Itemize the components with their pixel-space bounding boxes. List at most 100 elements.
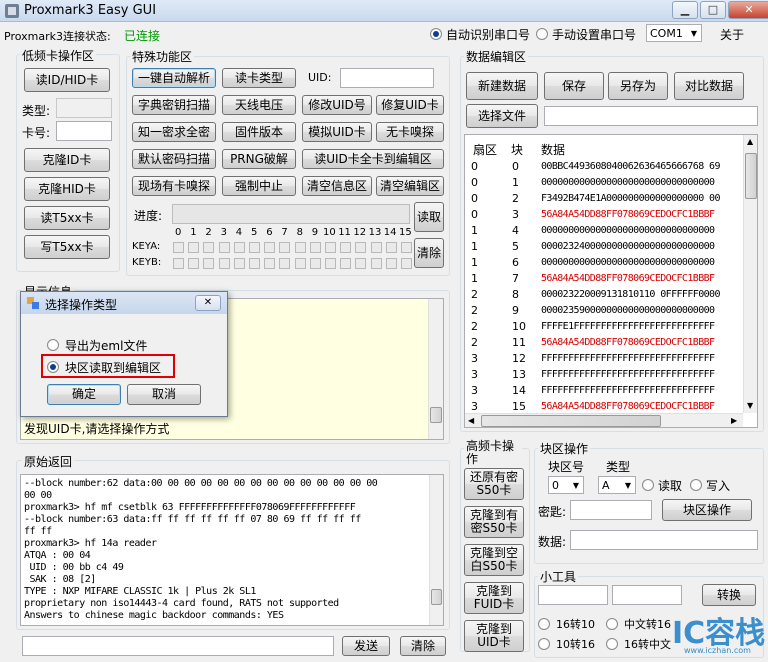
auto-port-radio[interactable] bbox=[430, 28, 442, 40]
clear-editor-button[interactable]: 清空编辑区 bbox=[376, 176, 444, 196]
read-card-type-button[interactable]: 读卡类型 bbox=[222, 68, 296, 88]
grid-vscroll-thumb[interactable] bbox=[745, 153, 757, 199]
table-row[interactable]: 1 4 00000000000000000000000000000000 bbox=[465, 223, 743, 239]
port-select[interactable]: COM1 ▼ bbox=[646, 24, 702, 42]
scroll-left-icon[interactable]: ◀ bbox=[468, 416, 474, 425]
know-one-key-button[interactable]: 知一密求全密 bbox=[132, 122, 216, 142]
table-row[interactable]: 1 6 00000000000000000000000000000000 bbox=[465, 255, 743, 271]
scroll-up-icon[interactable]: ▲ bbox=[747, 137, 753, 146]
live-sniff-button[interactable]: 现场有卡嗅探 bbox=[132, 176, 216, 196]
cell-data: 00000000000000000000000000000000 bbox=[541, 225, 715, 236]
dialog-cancel-button[interactable]: 取消 bbox=[127, 384, 201, 405]
clear-info-button[interactable]: 清空信息区 bbox=[302, 176, 372, 196]
manual-port-radio[interactable] bbox=[536, 28, 548, 40]
antenna-voltage-button[interactable]: 天线电压 bbox=[222, 95, 296, 115]
hex-to-cn-radio[interactable] bbox=[606, 638, 618, 650]
auto-parse-button[interactable]: 一键自动解析 bbox=[132, 68, 216, 88]
convert-button[interactable]: 转换 bbox=[702, 584, 756, 606]
scroll-down-icon[interactable]: ▼ bbox=[747, 401, 753, 410]
lf-card-field[interactable] bbox=[56, 121, 112, 141]
table-row[interactable]: 0 1 00000000000000000000000000000000 bbox=[465, 175, 743, 191]
clone-keyed-s50-button[interactable]: 克隆到有密S50卡 bbox=[464, 506, 524, 538]
tool-output-field[interactable] bbox=[612, 585, 682, 605]
grid-vscrollbar[interactable]: ▲ ▼ bbox=[743, 135, 757, 413]
file-path-field[interactable] bbox=[544, 106, 758, 126]
firmware-version-button[interactable]: 固件版本 bbox=[222, 122, 296, 142]
uid-field[interactable] bbox=[340, 68, 434, 88]
sector-clear-button[interactable]: 清除 bbox=[414, 238, 444, 268]
default-password-scan-button[interactable]: 默认密码扫描 bbox=[132, 149, 216, 169]
key-field[interactable] bbox=[570, 500, 652, 520]
cn-to-hex-radio[interactable] bbox=[606, 618, 618, 630]
block-type-select[interactable]: A ▼ bbox=[598, 476, 636, 494]
lf-type-field[interactable] bbox=[56, 98, 112, 118]
table-row[interactable]: 3 13 FFFFFFFFFFFFFFFFFFFFFFFFFFFFFFFF bbox=[465, 367, 743, 383]
clone-id-button[interactable]: 克隆ID卡 bbox=[24, 148, 110, 172]
force-abort-button[interactable]: 强制中止 bbox=[222, 176, 296, 196]
block-read-radio[interactable] bbox=[642, 479, 654, 491]
close-button[interactable]: ✕ bbox=[728, 1, 768, 19]
info-scrollbar[interactable] bbox=[428, 299, 443, 439]
command-input[interactable] bbox=[22, 636, 334, 656]
restore-s50-button[interactable]: 还原有密S50卡 bbox=[464, 468, 524, 500]
info-scroll-thumb[interactable] bbox=[430, 407, 442, 423]
table-row[interactable]: 2 9 00002359000000000000000000000000 bbox=[465, 303, 743, 319]
table-row[interactable]: 0 0 00BBC4493608040062636465666768 69 bbox=[465, 159, 743, 175]
maximize-button[interactable]: □ bbox=[700, 1, 726, 19]
table-row[interactable]: 1 5 00002324000000000000000000000000 bbox=[465, 239, 743, 255]
block-number-select[interactable]: 0 ▼ bbox=[548, 476, 584, 494]
cell-sector: 3 bbox=[471, 384, 478, 397]
sector-read-button[interactable]: 读取 bbox=[414, 202, 444, 232]
cell-sector: 0 bbox=[471, 208, 478, 221]
write-t5xx-button[interactable]: 写T5xx卡 bbox=[24, 235, 110, 259]
block-write-radio[interactable] bbox=[690, 479, 702, 491]
minimize-button[interactable]: ▁ bbox=[672, 1, 698, 19]
modify-uid-button[interactable]: 修改UID号 bbox=[302, 95, 372, 115]
read-t5xx-button[interactable]: 读T5xx卡 bbox=[24, 206, 110, 230]
table-row[interactable]: 0 3 56A84A54DD88FF078069CEDOCFC1BBBF bbox=[465, 207, 743, 223]
table-row[interactable]: 3 14 FFFFFFFFFFFFFFFFFFFFFFFFFFFFFFFF bbox=[465, 383, 743, 399]
compare-data-button[interactable]: 对比数据 bbox=[674, 72, 744, 100]
cardless-sniff-button[interactable]: 无卡嗅探 bbox=[376, 122, 444, 142]
table-row[interactable]: 0 2 F3492B474E1A000000000000000000 00 bbox=[465, 191, 743, 207]
dialog-close-button[interactable]: ✕ bbox=[195, 295, 221, 311]
export-eml-radio[interactable] bbox=[47, 339, 59, 351]
raw-clear-button[interactable]: 清除 bbox=[400, 636, 446, 656]
about-link[interactable]: 关于 bbox=[720, 26, 744, 43]
scroll-right-icon[interactable]: ▶ bbox=[731, 416, 737, 425]
read-id-hid-button[interactable]: 读ID/HID卡 bbox=[24, 68, 110, 92]
grid-hscrollbar[interactable]: ◀ ▶ bbox=[465, 413, 743, 427]
dec-to-hex-radio[interactable] bbox=[538, 638, 550, 650]
table-row[interactable]: 1 7 56A84A54DD88FF078069CEDOCFC1BBBF bbox=[465, 271, 743, 287]
prng-crack-button[interactable]: PRNG破解 bbox=[222, 149, 296, 169]
raw-scroll-thumb[interactable] bbox=[431, 589, 442, 605]
table-row[interactable]: 3 12 FFFFFFFFFFFFFFFFFFFFFFFFFFFFFFFF bbox=[465, 351, 743, 367]
read-to-editor-radio[interactable] bbox=[47, 361, 59, 373]
clone-uid-button[interactable]: 克隆到UID卡 bbox=[464, 620, 524, 652]
cell-block: 0 bbox=[512, 160, 519, 173]
block-operation-button[interactable]: 块区操作 bbox=[662, 499, 752, 521]
save-as-button[interactable]: 另存为 bbox=[608, 72, 668, 100]
tool-input-field[interactable] bbox=[538, 585, 608, 605]
clone-fuid-button[interactable]: 克隆到FUID卡 bbox=[464, 582, 524, 614]
hex-to-dec-radio[interactable] bbox=[538, 618, 550, 630]
clone-hid-button[interactable]: 克隆HID卡 bbox=[24, 177, 110, 201]
send-button[interactable]: 发送 bbox=[342, 636, 390, 656]
table-row[interactable]: 2 8 000023220009131810110 0FFFFFF0000 bbox=[465, 287, 743, 303]
raw-scrollbar[interactable] bbox=[429, 475, 443, 625]
new-data-button[interactable]: 新建数据 bbox=[466, 72, 538, 100]
dict-key-scan-button[interactable]: 字典密钥扫描 bbox=[132, 95, 216, 115]
clone-blank-s50-button[interactable]: 克隆到空白S50卡 bbox=[464, 544, 524, 576]
dialog-ok-button[interactable]: 确定 bbox=[47, 384, 121, 405]
repair-uid-button[interactable]: 修复UID卡 bbox=[376, 95, 444, 115]
block-data-field[interactable] bbox=[570, 530, 758, 550]
read-uid-full-button[interactable]: 读UID卡全卡到编辑区 bbox=[302, 149, 444, 169]
table-row[interactable]: 2 11 56A84A54DD88FF078069CEDOCFC1BBBF bbox=[465, 335, 743, 351]
raw-output-textarea[interactable]: --block number:62 data:00 00 00 00 00 00… bbox=[20, 474, 444, 626]
grid-hscroll-thumb[interactable] bbox=[481, 415, 661, 427]
save-button[interactable]: 保存 bbox=[544, 72, 604, 100]
select-file-button[interactable]: 选择文件 bbox=[466, 104, 538, 128]
simulate-uid-button[interactable]: 模拟UID卡 bbox=[302, 122, 372, 142]
table-row[interactable]: 2 10 FFFFE1FFFFFFFFFFFFFFFFFFFFFFFFFF bbox=[465, 319, 743, 335]
cell-sector: 0 bbox=[471, 176, 478, 189]
